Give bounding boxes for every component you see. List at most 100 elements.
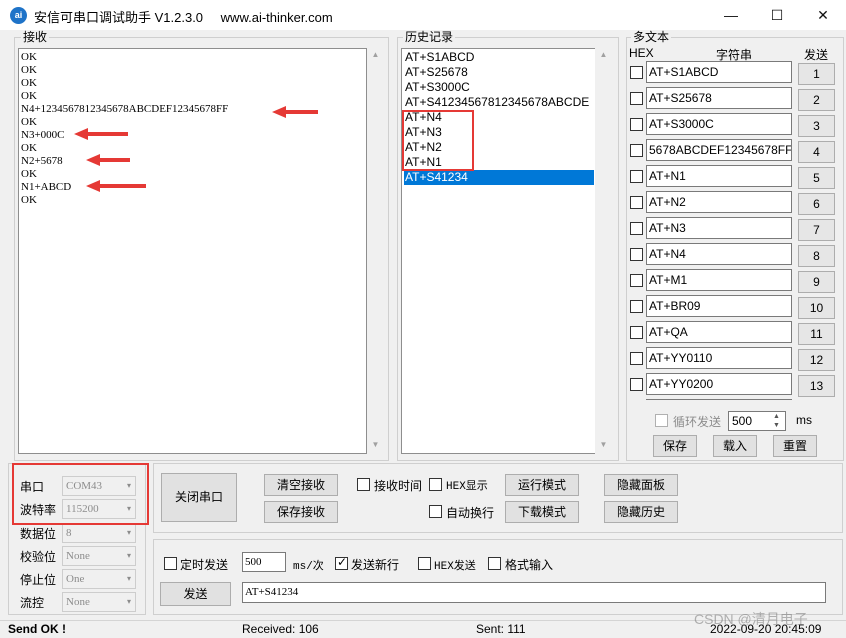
databits-select[interactable]: 8 ▾ [62,523,136,543]
hex-checkbox[interactable] [630,118,643,131]
hide-panel-button[interactable]: 隐藏面板 [604,474,678,496]
multitext-send-button[interactable]: 5 [798,167,835,189]
multitext-input[interactable]: AT+N3 [646,217,792,239]
multitext-input[interactable]: AT+YY0110 [646,347,792,369]
hex-checkbox[interactable] [630,144,643,157]
send-group [153,539,843,615]
receive-line: OK [21,90,37,102]
history-item[interactable]: AT+S41234567812345678ABCDE [404,95,594,110]
multitext-rows: AT+S1ABCD 1 AT+S25678 2 AT+S3000C 3 5678ABCDEF… [626,60,844,400]
hex-display-label: HEX显示 [446,481,488,493]
format-input-checkbox[interactable] [488,557,501,570]
window-title: 安信可串口调试助手 V1.2.3.0 www.ai-thinker.com [34,7,333,26]
received-count: Received: 106 [242,622,319,636]
run-mode-button[interactable]: 运行模式 [505,474,579,496]
spinner-icon[interactable]: ▲ ▼ [773,412,780,430]
multitext-send-button[interactable]: 6 [798,193,835,215]
multitext-input[interactable]: AT+BR09 [646,295,792,317]
multitext-input[interactable]: AT+S1ABCD [646,61,792,83]
maximize-button[interactable]: ☐ [754,0,800,30]
close-button[interactable]: ✕ [800,0,846,30]
history-item[interactable]: AT+S41234 [404,170,594,185]
sent-count: Sent: 111 [476,622,526,636]
hex-checkbox[interactable] [630,378,643,391]
receive-scrollbar[interactable]: ▲ ▼ [367,48,384,454]
multitext-input[interactable]: AT+QA [646,321,792,343]
multitext-input[interactable]: AT+N4 [646,243,792,265]
hex-send-checkbox[interactable] [418,557,431,570]
hex-checkbox[interactable] [630,352,643,365]
stopbits-select[interactable]: One ▾ [62,569,136,589]
hex-checkbox[interactable] [630,92,643,105]
multitext-input[interactable]: AT+N2 [646,191,792,213]
multitext-send-button[interactable]: 10 [798,297,835,319]
receive-time-checkbox[interactable] [357,478,370,491]
minimize-button[interactable]: — [708,0,754,30]
multitext-send-button[interactable]: 8 [798,245,835,267]
multitext-input[interactable]: AT+M1 [646,269,792,291]
databits-label: 数据位 [20,527,57,541]
download-mode-button[interactable]: 下载模式 [505,501,579,523]
hex-checkbox[interactable] [630,222,643,235]
annotation-box-history [402,110,474,171]
close-port-button[interactable]: 关闭串口 [161,473,237,522]
hide-history-button[interactable]: 隐藏历史 [604,501,678,523]
hex-checkbox[interactable] [630,274,643,287]
chevron-down-icon: ▾ [126,551,131,560]
multitext-reset-button[interactable]: 重置 [773,435,817,457]
multitext-send-button[interactable]: 1 [798,63,835,85]
hex-checkbox[interactable] [630,300,643,313]
multitext-save-button[interactable]: 保存 [653,435,697,457]
receive-time-label: 接收时间 [374,479,423,493]
flow-select[interactable]: None ▾ [62,592,136,612]
hex-checkbox[interactable] [630,170,643,183]
multitext-send-button[interactable]: 4 [798,141,835,163]
multitext-label: 多文本 [631,30,672,44]
clear-receive-button[interactable]: 清空接收 [264,474,338,496]
flow-value: None [66,596,90,608]
history-item[interactable]: AT+S25678 [404,65,594,80]
timed-send-checkbox[interactable] [164,557,177,570]
send-text-input[interactable]: AT+S41234 [242,582,826,603]
annotation-box-port [12,463,149,525]
scroll-down-icon[interactable]: ▼ [367,438,384,452]
multitext-send-button[interactable]: 13 [798,375,835,397]
multitext-input[interactable]: AT+YY0200 [646,373,792,395]
multitext-send-button[interactable]: 3 [798,115,835,137]
multitext-send-button[interactable]: 12 [798,349,835,371]
watermark: CSDN @清月电子 [694,611,808,627]
send-newline-checkbox[interactable] [335,555,348,570]
hex-checkbox[interactable] [630,248,643,261]
multitext-input[interactable]: AT+N1 [646,165,792,187]
timed-interval-input[interactable]: 500 [242,552,286,572]
receive-line: OK [21,64,37,76]
app-title-text: 安信可串口调试助手 V1.2.3.0 [34,10,204,25]
multitext-send-button[interactable]: 11 [798,323,835,345]
history-scrollbar[interactable]: ▲ ▼ [595,48,612,454]
send-button[interactable]: 发送 [160,582,231,606]
scroll-down-icon[interactable]: ▼ [595,438,612,452]
multitext-send-button[interactable]: 9 [798,271,835,293]
multitext-send-button[interactable]: 2 [798,89,835,111]
parity-select[interactable]: None ▾ [62,546,136,566]
flow-label: 流控 [20,596,45,610]
hex-display-checkbox[interactable] [429,478,442,491]
loop-send-checkbox[interactable] [655,414,668,427]
history-item[interactable]: AT+S1ABCD [404,50,594,65]
save-receive-button[interactable]: 保存接收 [264,501,338,523]
app-url-text: www.ai-thinker.com [220,10,333,25]
multitext-send-button[interactable]: 7 [798,219,835,241]
hex-checkbox[interactable] [630,196,643,209]
hex-checkbox[interactable] [630,66,643,79]
scroll-up-icon[interactable]: ▲ [367,48,384,62]
multitext-load-button[interactable]: 载入 [713,435,757,457]
hex-checkbox[interactable] [630,326,643,339]
multitext-input[interactable]: 5678ABCDEF12345678FF [646,139,792,161]
auto-wrap-checkbox[interactable] [429,505,442,518]
scroll-up-icon[interactable]: ▲ [595,48,612,62]
history-item[interactable]: AT+S3000C [404,80,594,95]
multitext-input-partial[interactable] [646,399,792,400]
multitext-input[interactable]: AT+S25678 [646,87,792,109]
receive-text: OK OK OK OK N4+1234567812345678ABCDEF1234567… [21,51,351,231]
multitext-input[interactable]: AT+S3000C [646,113,792,135]
